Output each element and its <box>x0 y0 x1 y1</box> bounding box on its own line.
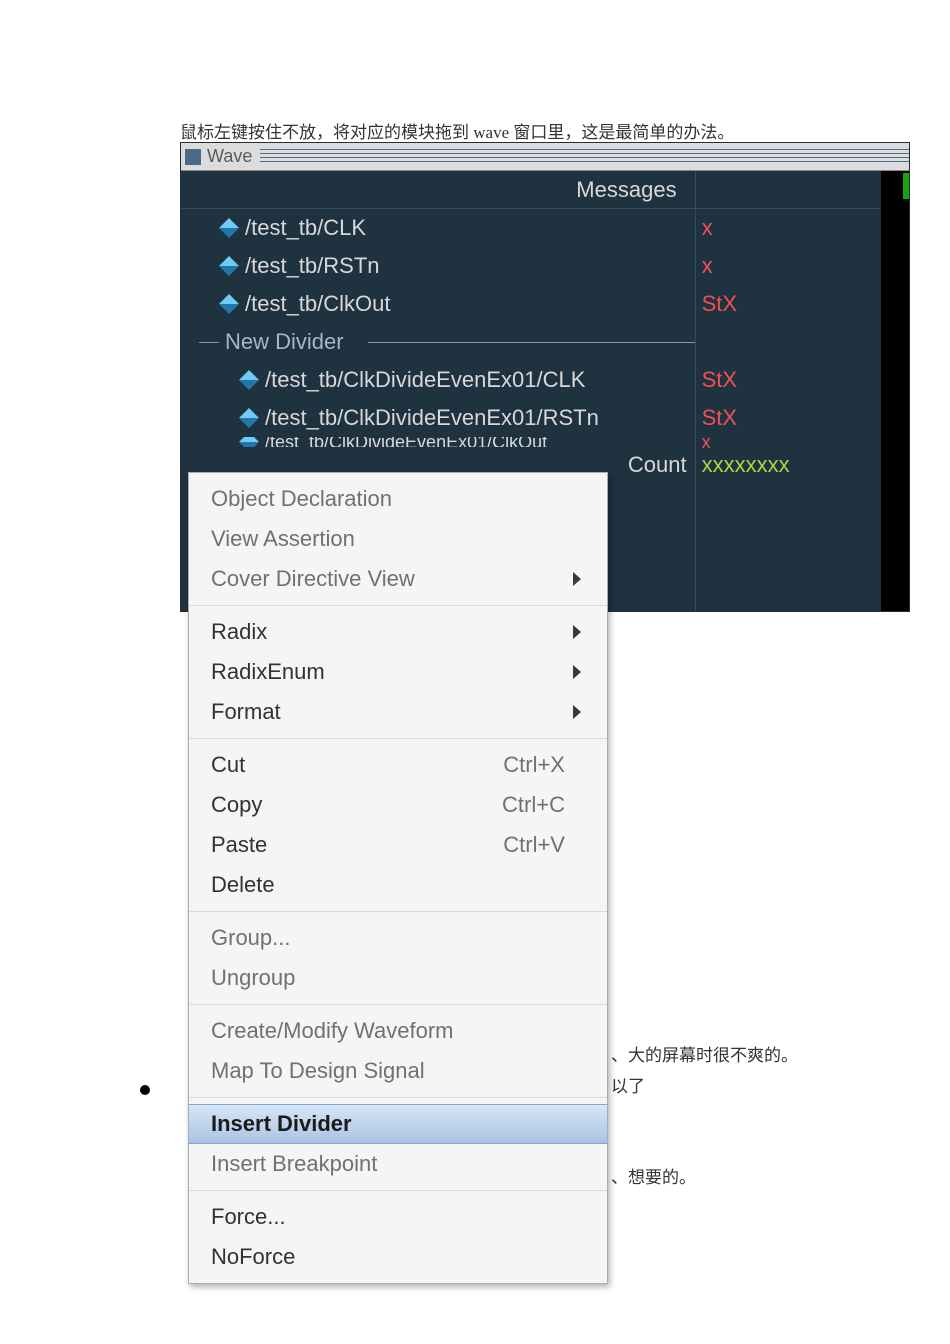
messages-header: Messages <box>181 171 695 209</box>
signal-diamond-icon <box>239 408 259 428</box>
signal-diamond-icon <box>219 294 239 314</box>
waveform-strip <box>880 171 909 611</box>
menu-item-cover-directive-view[interactable]: Cover Directive View <box>189 559 607 599</box>
wave-titlebar[interactable]: Wave <box>181 143 909 171</box>
value-cell: x <box>696 247 880 285</box>
cursor-marker <box>903 173 909 199</box>
value-panel: xxStXStXStXxxxxxxxxx <box>695 171 880 611</box>
signal-row[interactable]: /test_tb/ClkDivideEvenEx01/CLK <box>181 361 695 399</box>
submenu-arrow-icon <box>573 705 581 719</box>
submenu-arrow-icon <box>573 572 581 586</box>
menu-item-insert-breakpoint[interactable]: Insert Breakpoint <box>189 1144 607 1184</box>
wave-icon <box>185 149 201 165</box>
menu-item-paste[interactable]: PasteCtrl+V <box>189 825 607 865</box>
divider-row[interactable]: New Divider <box>181 323 695 361</box>
side-text-1: 、大的屏幕时很不爽的。 <box>611 1041 798 1066</box>
menu-item-ungroup[interactable]: Ungroup <box>189 958 607 998</box>
signal-diamond-icon <box>239 370 259 390</box>
signal-row[interactable]: /test_tb/ClkOut <box>181 285 695 323</box>
submenu-arrow-icon <box>573 665 581 679</box>
value-header <box>696 171 880 209</box>
menu-item-map-to-design-signal[interactable]: Map To Design Signal <box>189 1051 607 1091</box>
menu-item-insert-divider[interactable]: Insert Divider <box>189 1104 607 1144</box>
value-cell: StX <box>696 285 880 323</box>
value-cell: x <box>696 209 880 247</box>
titlebar-grip <box>260 149 909 165</box>
signal-row[interactable]: /test_tb/CLK <box>181 209 695 247</box>
signal-diamond-icon <box>219 256 239 276</box>
menu-item-cut[interactable]: CutCtrl+X <box>189 745 607 785</box>
signal-row[interactable]: /test_tb/RSTn <box>181 247 695 285</box>
wave-title: Wave <box>207 146 252 167</box>
signal-diamond-icon <box>219 218 239 238</box>
value-cell: xxxxxxxx <box>696 447 880 483</box>
value-cell: x <box>696 437 880 447</box>
menu-item-copy[interactable]: CopyCtrl+C <box>189 785 607 825</box>
context-menu: Object DeclarationView AssertionCover Di… <box>188 472 608 1284</box>
side-text-2: 以了 <box>611 1072 645 1097</box>
value-cell: StX <box>696 361 880 399</box>
menu-item-delete[interactable]: Delete <box>189 865 607 905</box>
value-cell <box>696 323 880 361</box>
list-bullet <box>140 1085 150 1095</box>
menu-item-view-assertion[interactable]: View Assertion <box>189 519 607 559</box>
menu-item-radixenum[interactable]: RadixEnum <box>189 652 607 692</box>
value-cell: StX <box>696 399 880 437</box>
menu-item-object-declaration[interactable]: Object Declaration <box>189 479 607 519</box>
side-text-3: 、想要的。 <box>611 1163 696 1188</box>
menu-item-format[interactable]: Format <box>189 692 607 732</box>
menu-item-create-modify-waveform[interactable]: Create/Modify Waveform <box>189 1011 607 1051</box>
menu-item-group[interactable]: Group... <box>189 918 607 958</box>
signal-row[interactable]: /test_tb/ClkDivideEvenEx01/ClkOut <box>181 437 695 447</box>
submenu-arrow-icon <box>573 625 581 639</box>
signal-row[interactable]: /test_tb/ClkDivideEvenEx01/RSTn <box>181 399 695 437</box>
menu-item-noforce[interactable]: NoForce <box>189 1237 607 1277</box>
menu-item-force[interactable]: Force... <box>189 1197 607 1237</box>
page-caption: 鼠标左键按住不放，将对应的模块拖到 wave 窗口里，这是最简单的办法。 <box>180 118 734 143</box>
menu-item-radix[interactable]: Radix <box>189 612 607 652</box>
